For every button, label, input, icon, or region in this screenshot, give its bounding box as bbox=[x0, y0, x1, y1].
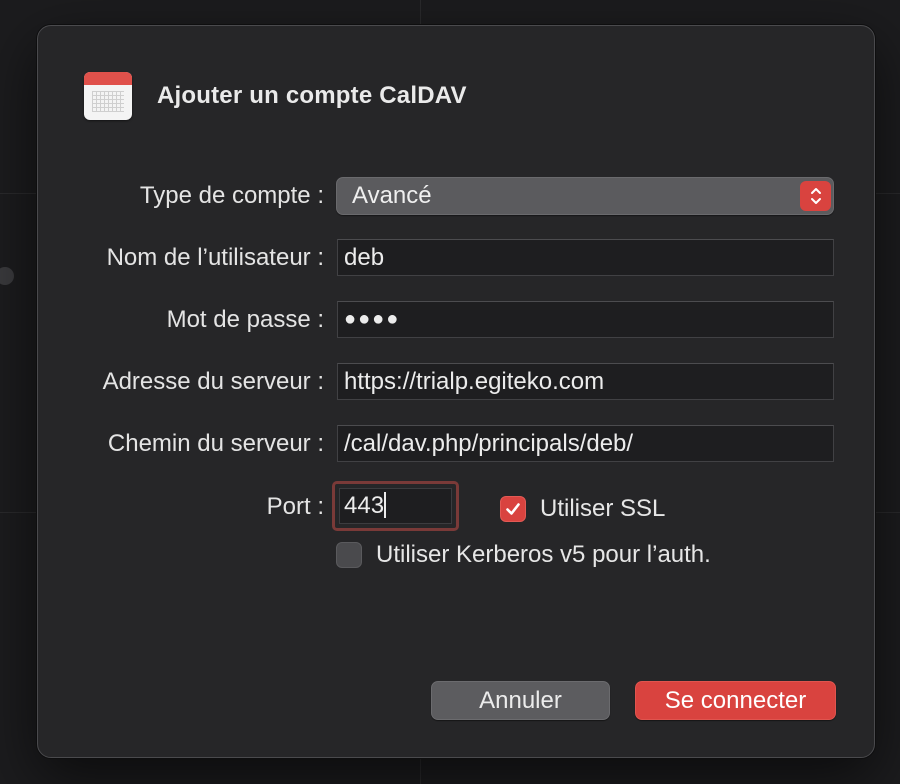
chevron-up-down-icon bbox=[800, 181, 831, 211]
dialog-title: Ajouter un compte CalDAV bbox=[157, 82, 467, 109]
cancel-button[interactable]: Annuler bbox=[431, 681, 610, 720]
server-path-field[interactable]: /cal/dav.php/principals/deb/ bbox=[337, 425, 834, 462]
background-item-icon bbox=[0, 267, 14, 285]
password-field[interactable]: ●●●● bbox=[337, 301, 834, 338]
calendar-icon bbox=[84, 72, 132, 120]
account-type-value: Avancé bbox=[352, 182, 432, 209]
checkmark-icon bbox=[506, 503, 520, 515]
username-field[interactable]: deb bbox=[337, 239, 834, 276]
server-path-label: Chemin du serveur : bbox=[107, 430, 324, 457]
add-caldav-account-sheet: Ajouter un compte CalDAV Type de compte … bbox=[37, 25, 875, 758]
use-ssl-checkbox[interactable] bbox=[500, 496, 526, 522]
port-focus-ring: 443 bbox=[332, 481, 459, 531]
port-label: Port : bbox=[266, 493, 324, 520]
use-kerberos-checkbox[interactable] bbox=[336, 542, 362, 568]
username-label: Nom de l’utilisateur : bbox=[106, 244, 324, 271]
port-field[interactable]: 443 bbox=[339, 488, 452, 524]
connect-button[interactable]: Se connecter bbox=[635, 681, 836, 720]
use-ssl-label[interactable]: Utiliser SSL bbox=[540, 495, 665, 523]
text-caret bbox=[384, 492, 387, 518]
server-address-label: Adresse du serveur : bbox=[102, 368, 324, 395]
use-kerberos-label[interactable]: Utiliser Kerberos v5 pour l’auth. bbox=[376, 541, 711, 569]
account-type-label: Type de compte : bbox=[139, 182, 324, 209]
background-calendar-item bbox=[0, 262, 36, 290]
password-label: Mot de passe : bbox=[166, 306, 324, 333]
server-address-field[interactable]: https://trialp.egiteko.com bbox=[337, 363, 834, 400]
account-type-popup[interactable]: Avancé bbox=[336, 177, 834, 215]
port-value: 443 bbox=[344, 492, 385, 519]
